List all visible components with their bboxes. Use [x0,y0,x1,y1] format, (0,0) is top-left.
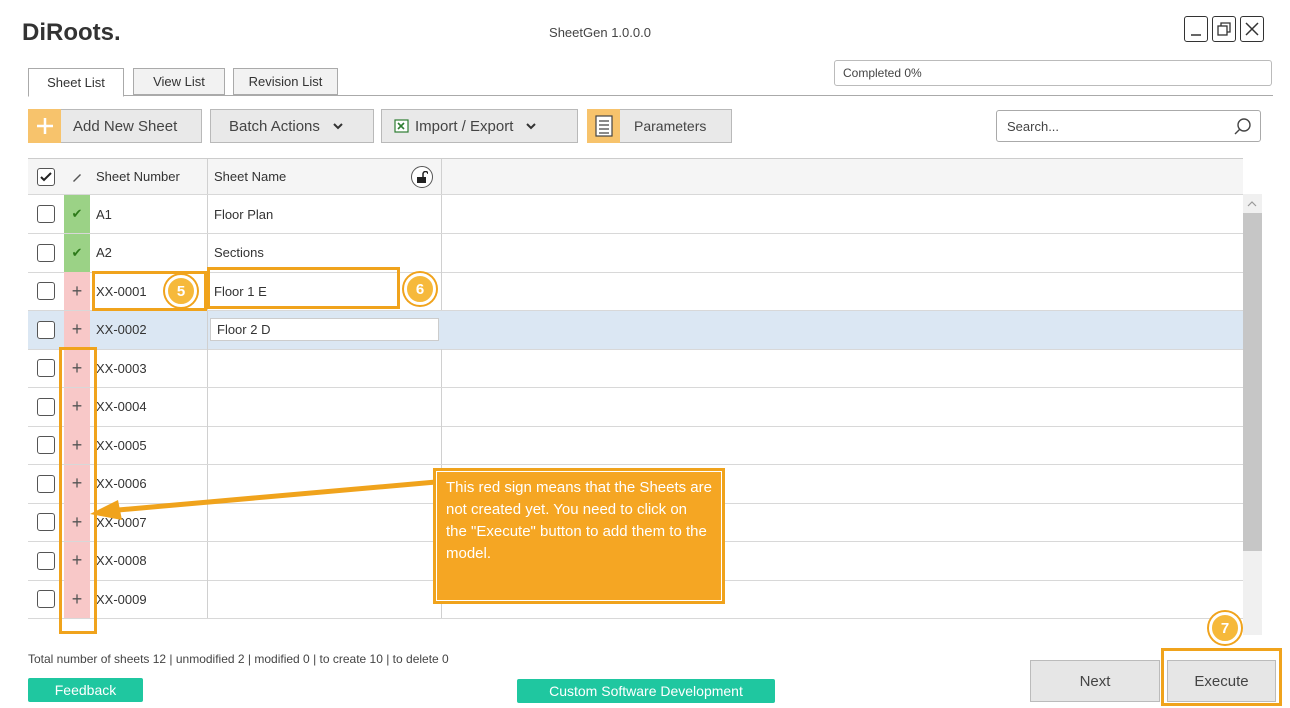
search-icon [1234,118,1251,135]
sheet-number-cell[interactable]: XX-0005 [90,426,208,464]
sheet-number-cell[interactable]: XX-0004 [90,387,208,426]
tab-view-list[interactable]: View List [133,68,225,95]
sheet-name-cell[interactable] [208,349,442,387]
callout-note: This red sign means that the Sheets are … [433,468,725,604]
grid-header: Sheet Number Sheet Name [28,159,1243,195]
chevron-down-icon [526,123,537,130]
plus-status-icon: + [64,272,90,310]
step-badge-5: 5 [165,275,197,307]
row-checkbox[interactable] [28,311,64,349]
parameters-label: Parameters [634,118,707,134]
header-sheet-name[interactable]: Sheet Name [208,159,442,194]
close-button[interactable] [1240,16,1264,42]
header-sheet-number[interactable]: Sheet Number [90,159,208,194]
status-summary: Total number of sheets 12 | unmodified 2… [28,652,449,666]
step-badge-7: 7 [1209,612,1241,644]
sheet-number-cell[interactable]: XX-0008 [90,541,208,580]
sheet-name-cell[interactable] [208,426,442,464]
table-row[interactable]: + XX-0003 [28,349,1243,388]
search-input[interactable]: Search... [996,110,1261,142]
edit-column-header [64,159,90,194]
row-checkbox[interactable] [28,272,64,310]
table-row[interactable]: + XX-0005 [28,426,1243,465]
select-all-checkbox[interactable] [28,159,64,194]
window-title: SheetGen 1.0.0.0 [549,25,651,40]
sheet-number-cell[interactable]: XX-0009 [90,580,208,618]
highlight-execute [1161,648,1282,706]
sheet-number-cell[interactable]: XX-0002 [90,310,208,349]
chevron-down-icon [333,123,343,130]
next-button[interactable]: Next [1030,660,1160,702]
add-new-sheet-label: Add New Sheet [73,117,178,135]
sheet-name-cell[interactable] [208,387,442,426]
sheet-name-cell[interactable] [208,541,442,580]
unlock-icon[interactable] [411,166,433,188]
restore-button[interactable] [1212,16,1236,42]
document-icon [587,108,620,143]
scroll-up-icon[interactable] [1247,196,1257,211]
close-icon [1245,22,1259,36]
parameters-button[interactable]: Parameters [587,108,732,143]
plus-icon [28,108,61,143]
check-status-icon: ✔ [64,233,90,272]
grid-scrollbar-thumb[interactable] [1243,213,1262,551]
sheet-number-cell[interactable]: A2 [90,233,208,272]
row-checkbox[interactable] [28,234,64,272]
custom-software-development-button[interactable]: Custom Software Development [517,679,775,703]
restore-icon [1217,22,1231,36]
header-sheet-name-label: Sheet Name [214,169,287,184]
tab-sheet-list[interactable]: Sheet List [28,68,124,97]
feedback-button[interactable]: Feedback [28,678,143,702]
sheet-name-cell[interactable] [208,580,442,618]
sheet-name-cell[interactable]: Sections [208,233,442,272]
checkmark-icon [40,171,52,181]
import-export-label: Import / Export [415,117,514,135]
excel-icon [394,119,409,133]
minimize-button[interactable] [1184,16,1208,42]
import-export-dropdown[interactable]: Import / Export [381,109,578,143]
highlight-sheet-name [207,267,400,309]
sheet-name-cell[interactable]: Floor Plan [208,195,442,233]
minimize-icon [1191,34,1201,36]
sheet-number-cell[interactable]: A1 [90,195,208,233]
batch-actions-label: Batch Actions [229,117,320,135]
add-new-sheet-button[interactable]: Add New Sheet [28,108,202,143]
table-row[interactable]: + XX-0004 [28,387,1243,427]
callout-arrow [90,479,437,520]
progress-indicator: Completed 0% [834,60,1272,86]
plus-status-icon: + [64,310,90,349]
pencil-icon [73,173,81,182]
sheet-name-cell[interactable]: Floor 2 D [210,317,439,341]
check-status-icon: ✔ [64,195,90,233]
step-badge-6: 6 [404,273,436,305]
table-row[interactable]: ✔ A1 Floor Plan [28,195,1243,234]
table-row[interactable]: + XX-0002 Floor 2 D [28,310,1243,350]
row-checkbox[interactable] [28,195,64,233]
search-placeholder: Search... [1007,119,1060,134]
sheet-number-cell[interactable]: XX-0003 [90,349,208,387]
tab-revision-list[interactable]: Revision List [233,68,338,95]
batch-actions-dropdown[interactable]: Batch Actions [210,109,374,143]
